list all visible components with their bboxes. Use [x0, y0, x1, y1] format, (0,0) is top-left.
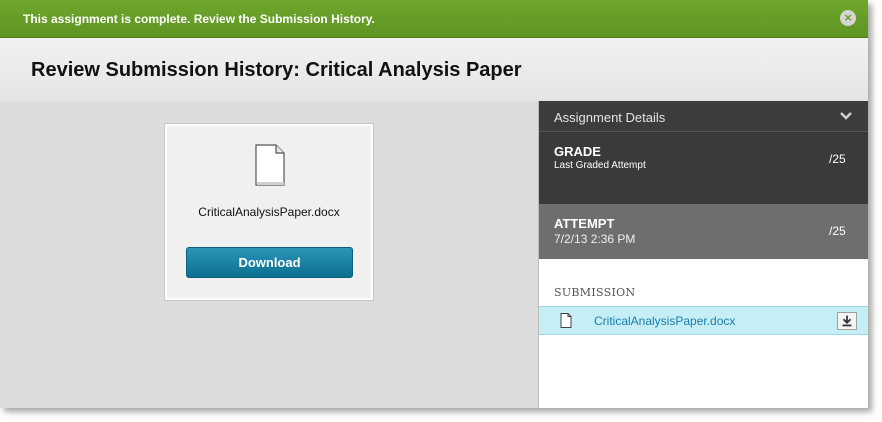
file-card: CriticalAnalysisPaper.docx Download: [165, 124, 373, 300]
submission-file-row[interactable]: CriticalAnalysisPaper.docx: [539, 306, 868, 335]
file-name: CriticalAnalysisPaper.docx: [198, 205, 340, 219]
app-frame: This assignment is complete. Review the …: [0, 0, 868, 408]
attempt-title: ATTEMPT: [554, 216, 615, 231]
close-icon[interactable]: ×: [840, 10, 856, 26]
banner-message: This assignment is complete. Review the …: [23, 12, 375, 26]
assignment-details-title: Assignment Details: [554, 110, 666, 125]
download-icon[interactable]: [837, 312, 857, 330]
grade-subtitle: Last Graded Attempt: [554, 160, 646, 171]
submission-file-link[interactable]: CriticalAnalysisPaper.docx: [594, 314, 735, 328]
assignment-details-panel: Assignment Details GRADE Last Graded Att…: [538, 101, 868, 408]
file-icon: [560, 313, 572, 328]
chevron-down-icon[interactable]: [839, 109, 853, 123]
attempt-score: /25: [829, 224, 846, 238]
document-icon: [255, 144, 285, 186]
download-button[interactable]: Download: [186, 247, 353, 278]
grade-section: GRADE Last Graded Attempt /25: [539, 132, 868, 204]
page-title: Review Submission History: Critical Anal…: [31, 59, 522, 81]
attempt-section[interactable]: ATTEMPT 7/2/13 2:36 PM /25: [539, 204, 868, 259]
grade-score: /25: [829, 152, 846, 166]
success-banner: This assignment is complete. Review the …: [0, 0, 868, 38]
assignment-details-header[interactable]: Assignment Details: [539, 101, 868, 132]
attempt-timestamp: 7/2/13 2:36 PM: [554, 232, 636, 246]
page-header: Review Submission History: Critical Anal…: [0, 38, 868, 101]
submission-label: SUBMISSION: [554, 286, 636, 299]
grade-title: GRADE: [554, 144, 601, 159]
